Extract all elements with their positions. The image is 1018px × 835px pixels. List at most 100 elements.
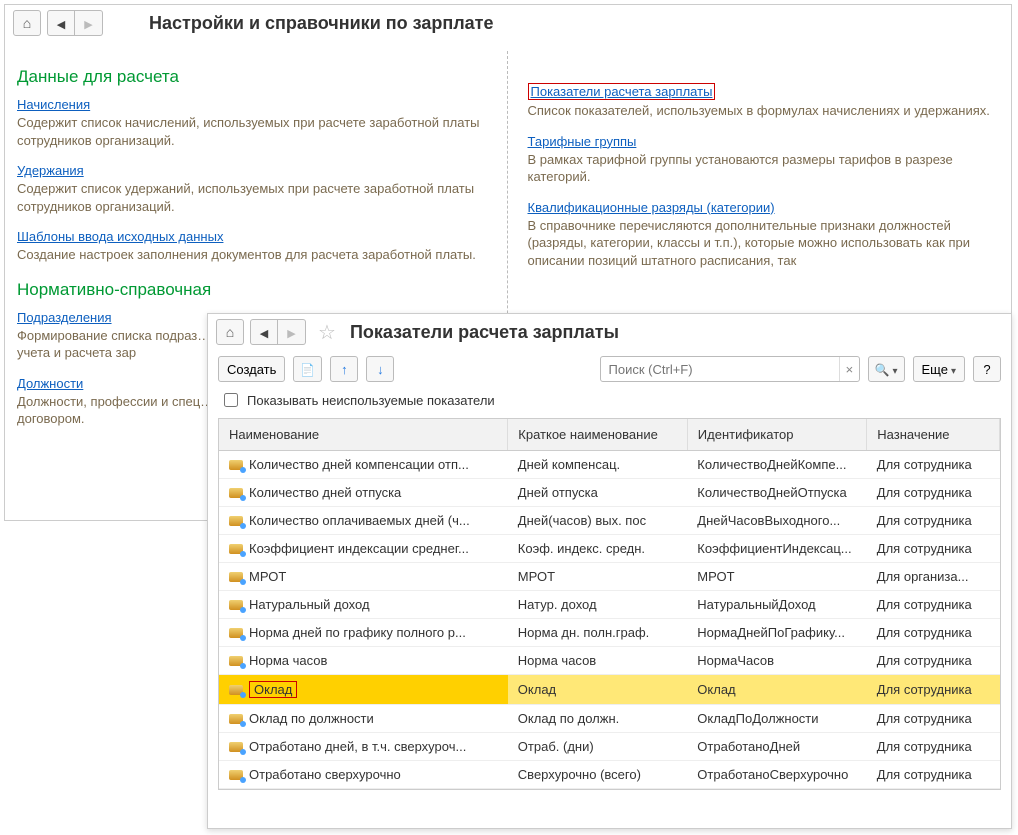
help-button[interactable]: ? <box>973 356 1001 382</box>
nav-forward-button[interactable] <box>75 10 103 36</box>
arrow-right-icon <box>287 325 295 340</box>
col-short[interactable]: Краткое наименование <box>508 419 688 451</box>
link-departments[interactable]: Подразделения <box>17 310 112 325</box>
cell-name: Количество оплачиваемых дней (ч... <box>249 513 470 528</box>
titlebar: ☆ Показатели расчета зарплаты <box>208 314 1011 350</box>
nav-back-button[interactable] <box>250 319 278 345</box>
link-tariff-groups[interactable]: Тарифные группы <box>528 134 637 149</box>
desc: В рамках тарифной группы установаются ра… <box>528 151 1000 186</box>
cell-dest: Для сотрудника <box>867 619 1000 647</box>
section-header: Данные для расчета <box>17 67 489 87</box>
table-row[interactable]: Натуральный доходНатур. доходНатуральный… <box>219 591 1000 619</box>
cell-name: Отработано дней, в т.ч. сверхуроч... <box>249 739 466 754</box>
cell-dest: Для сотрудника <box>867 705 1000 733</box>
cell-id: КоличествоДнейОтпуска <box>687 479 867 507</box>
cell-dest: Для сотрудника <box>867 479 1000 507</box>
col-identifier[interactable]: Идентификатор <box>687 419 867 451</box>
cell-id: НатуральныйДоход <box>687 591 867 619</box>
indicators-window: ☆ Показатели расчета зарплаты Создать × … <box>207 313 1012 829</box>
arrow-left-icon <box>57 16 65 31</box>
arrow-up-icon <box>341 362 348 377</box>
home-button[interactable] <box>13 10 41 36</box>
toolbar: Создать × Еще ? <box>208 350 1011 388</box>
show-unused-checkbox[interactable] <box>224 393 238 407</box>
create-button[interactable]: Создать <box>218 356 285 382</box>
cell-id: НормаДнейПоГрафику... <box>687 619 867 647</box>
cell-dest: Для сотрудника <box>867 507 1000 535</box>
cell-short: МРОТ <box>508 563 688 591</box>
link-positions[interactable]: Должности <box>17 376 83 391</box>
cell-id: КоэффициентИндексац... <box>687 535 867 563</box>
table-row[interactable]: ОкладОкладОкладДля сотрудника <box>219 675 1000 705</box>
cell-short: Норма часов <box>508 647 688 675</box>
row-icon <box>229 628 243 638</box>
cell-id: Оклад <box>687 675 867 705</box>
col-dest[interactable]: Назначение <box>867 419 1000 451</box>
nav-back-button[interactable] <box>47 10 75 36</box>
table-row[interactable]: Коэффициент индексации среднег...Коэф. и… <box>219 535 1000 563</box>
chevron-down-icon <box>889 362 897 377</box>
cell-dest: Для сотрудника <box>867 451 1000 479</box>
link-templates[interactable]: Шаблоны ввода исходных данных <box>17 229 223 244</box>
nav-forward-button[interactable] <box>278 319 306 345</box>
search-clear-button[interactable]: × <box>839 357 859 381</box>
cell-name: Отработано сверхурочно <box>249 767 401 782</box>
copy-button[interactable] <box>293 356 322 382</box>
desc: Содержит список удержаний, используемых … <box>17 180 489 215</box>
link-accruals[interactable]: Начисления <box>17 97 90 112</box>
cell-short: Дней(часов) вых. пос <box>508 507 688 535</box>
cell-dest: Для сотрудника <box>867 761 1000 789</box>
home-icon <box>23 15 31 31</box>
more-label: Еще <box>922 362 948 377</box>
nav-group <box>47 10 103 36</box>
section-header: Нормативно-справочная <box>17 280 489 300</box>
col-name[interactable]: Наименование <box>219 419 508 451</box>
cell-name: Количество дней компенсации отп... <box>249 457 469 472</box>
search-button[interactable] <box>868 356 905 382</box>
link-indicators[interactable]: Показатели расчета зарплаты <box>528 83 716 100</box>
table-row[interactable]: Отработано сверхурочноСверхурочно (всего… <box>219 761 1000 789</box>
cell-name: Норма часов <box>249 653 327 668</box>
cell-name: Оклад <box>249 681 297 698</box>
row-icon <box>229 488 243 498</box>
table-row[interactable]: МРОТМРОТМРОТДля организа... <box>219 563 1000 591</box>
link-deductions[interactable]: Удержания <box>17 163 84 178</box>
table-row[interactable]: Оклад по должностиОклад по должн.ОкладПо… <box>219 705 1000 733</box>
row-icon <box>229 544 243 554</box>
cell-name: Натуральный доход <box>249 597 370 612</box>
move-up-button[interactable] <box>330 356 358 382</box>
indicators-grid: Наименование Краткое наименование Иденти… <box>218 418 1001 790</box>
cell-id: МРОТ <box>687 563 867 591</box>
move-down-button[interactable] <box>366 356 394 382</box>
cell-id: ОкладПоДолжности <box>687 705 867 733</box>
table-row[interactable]: Норма дней по графику полного р...Норма … <box>219 619 1000 647</box>
cell-short: Дней отпуска <box>508 479 688 507</box>
table-header-row: Наименование Краткое наименование Иденти… <box>219 419 1000 451</box>
titlebar: Настройки и справочники по зарплате <box>5 5 1011 41</box>
arrow-left-icon <box>260 325 268 340</box>
table-row[interactable]: Норма часовНорма часовНормаЧасовДля сотр… <box>219 647 1000 675</box>
star-icon[interactable]: ☆ <box>318 320 336 345</box>
cell-short: Оклад <box>508 675 688 705</box>
more-button[interactable]: Еще <box>913 356 965 382</box>
desc: Создание настроек заполнения документов … <box>17 246 489 264</box>
cell-short: Дней компенсац. <box>508 451 688 479</box>
cell-id: ОтработаноСверхурочно <box>687 761 867 789</box>
cell-name: МРОТ <box>249 569 286 584</box>
page-title: Показатели расчета зарплаты <box>350 322 619 343</box>
table-row[interactable]: Количество дней отпускаДней отпускаКолич… <box>219 479 1000 507</box>
search-input[interactable] <box>601 362 839 377</box>
cell-short: Отраб. (дни) <box>508 733 688 761</box>
cell-dest: Для организа... <box>867 563 1000 591</box>
home-button[interactable] <box>216 319 244 345</box>
row-icon <box>229 685 243 695</box>
row-icon <box>229 572 243 582</box>
cell-id: КоличествоДнейКомпе... <box>687 451 867 479</box>
search-box: × <box>600 356 860 382</box>
table-row[interactable]: Количество оплачиваемых дней (ч... Дней(ч… <box>219 507 1000 535</box>
table-row[interactable]: Количество дней компенсации отп... Дней к… <box>219 451 1000 479</box>
table-row[interactable]: Отработано дней, в т.ч. сверхуроч... Отра… <box>219 733 1000 761</box>
link-qualification[interactable]: Квалификационные разряды (категории) <box>528 200 775 215</box>
cell-short: Норма дн. полн.граф. <box>508 619 688 647</box>
nav-group <box>250 319 306 345</box>
